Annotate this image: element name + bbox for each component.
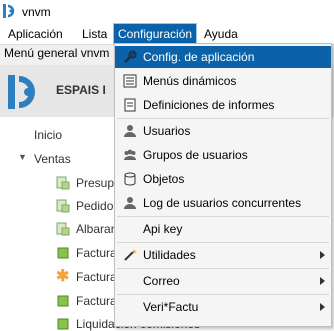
tree-item-ventas[interactable]: Ventas (34, 152, 71, 166)
menu-item-objetos[interactable]: Objetos (115, 168, 331, 190)
report-icon (124, 98, 136, 112)
user-log-icon (124, 197, 136, 209)
wrench-icon (124, 50, 137, 63)
tree-item-presup[interactable]: Presup (76, 176, 114, 190)
menu-item-config-aplicacion[interactable]: Config. de aplicación (115, 46, 331, 68)
configuracion-dropdown: Config. de aplicación Menús dinámicos De… (114, 43, 332, 327)
menu-list-icon (123, 74, 137, 88)
users-group-icon (124, 149, 136, 160)
window-title: vnvm (22, 5, 51, 19)
tree-item-factura[interactable]: Factura (76, 246, 117, 260)
menu-separator (117, 216, 329, 217)
menu-item-grupos-usuarios[interactable]: Grupos de usuarios (115, 144, 331, 166)
menu-item-verifactu[interactable]: Veri*Factu (115, 296, 331, 318)
menu-item-correo[interactable]: Correo (115, 270, 331, 292)
chevron-down-icon[interactable]: ▼ (18, 152, 27, 162)
menu-ayuda[interactable]: Ayuda (200, 24, 242, 44)
asterisk-icon: ✱ (56, 268, 70, 285)
tree-item-inicio[interactable]: Inicio (34, 128, 62, 142)
company-logo (8, 75, 35, 109)
invoice-icon (57, 247, 69, 259)
menu-item-log-usuarios[interactable]: Log de usuarios concurrentes (115, 192, 331, 214)
menu-lista[interactable]: Lista (78, 24, 111, 44)
menu-item-utilidades[interactable]: Utilidades (115, 244, 331, 266)
document-icon (56, 222, 70, 236)
tab-menu-general[interactable]: Menú general vnvm (4, 46, 109, 60)
menu-separator (117, 118, 329, 119)
document-icon (56, 199, 70, 213)
submenu-arrow-icon (320, 303, 325, 311)
submenu-arrow-icon (320, 277, 325, 285)
tree-item-factura[interactable]: Factura (76, 294, 117, 308)
menu-separator (117, 294, 329, 295)
menu-separator (117, 268, 329, 269)
menu-item-api-key[interactable]: Api key (115, 218, 331, 240)
tree-item-albaran[interactable]: Albaran (76, 222, 117, 236)
tree-item-factura[interactable]: Factura (76, 270, 117, 284)
cylinder-icon (124, 172, 136, 186)
commission-icon (57, 318, 69, 330)
magic-wand-icon (124, 249, 137, 261)
brand-name: ESPAIS I (56, 83, 106, 97)
menu-separator (117, 242, 329, 243)
menu-bar: Aplicación Lista Configuración Ayuda (0, 23, 334, 45)
app-logo-icon (3, 4, 15, 18)
invoice-icon (57, 295, 69, 307)
user-icon (124, 125, 136, 137)
tree-item-pedido[interactable]: Pedido (76, 199, 113, 213)
menu-item-usuarios[interactable]: Usuarios (115, 120, 331, 142)
menu-configuracion[interactable]: Configuración (112, 23, 198, 45)
menu-aplicacion[interactable]: Aplicación (4, 24, 67, 44)
menu-item-definiciones-informes[interactable]: Definiciones de informes (115, 94, 331, 116)
submenu-arrow-icon (320, 251, 325, 259)
menu-item-menus-dinamicos[interactable]: Menús dinámicos (115, 70, 331, 92)
document-icon (56, 176, 70, 190)
